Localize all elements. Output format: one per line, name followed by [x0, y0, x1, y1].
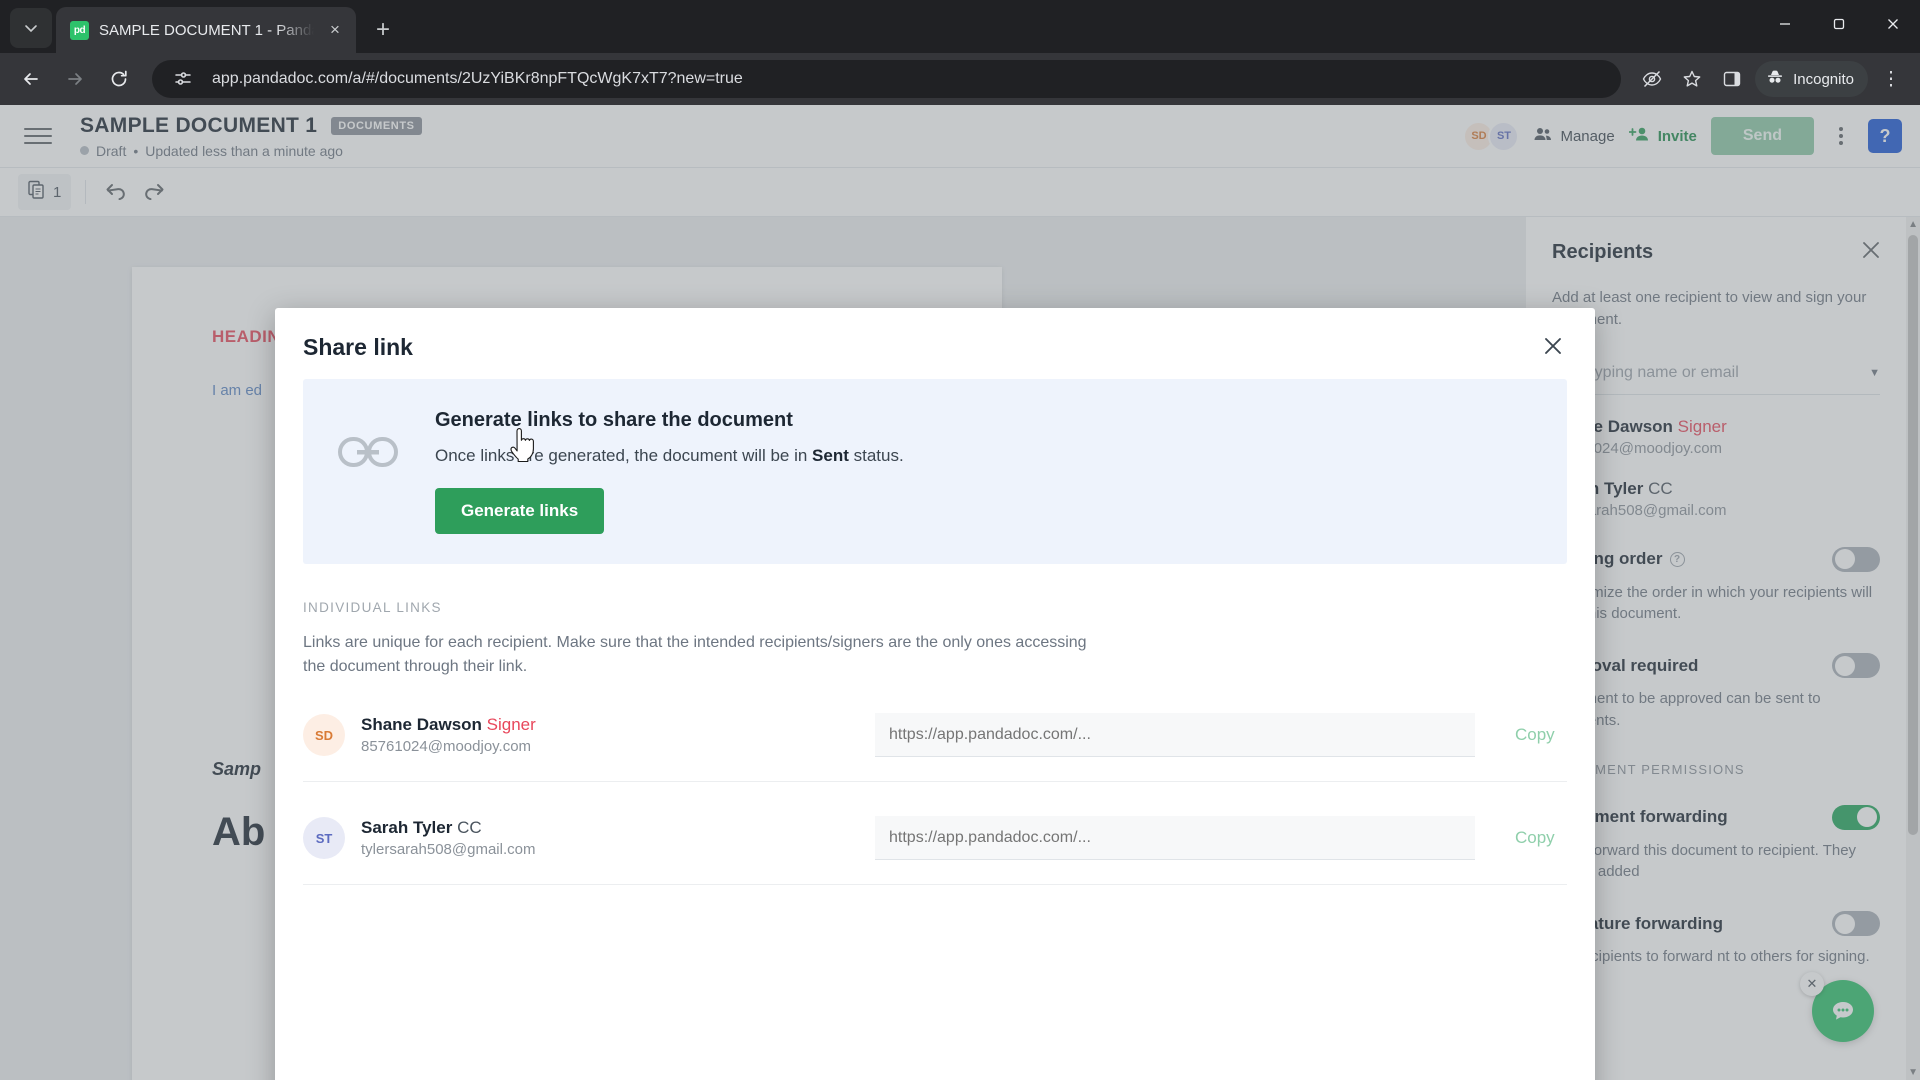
reload-icon[interactable] [100, 60, 138, 98]
share-link-input[interactable] [875, 816, 1475, 860]
maximize-button[interactable] [1812, 0, 1866, 47]
recipient-role: CC [457, 818, 482, 837]
generate-links-button[interactable]: Generate links [435, 488, 605, 534]
generate-links-heading: Generate links to share the document [435, 409, 793, 431]
tab-strip: pd SAMPLE DOCUMENT 1 - Panda × + [0, 0, 1920, 53]
minimize-button[interactable] [1758, 0, 1812, 47]
copy-link-button[interactable]: Copy [1515, 828, 1567, 848]
modal-title: Share link [303, 334, 413, 360]
tab-search-icon[interactable] [10, 8, 52, 48]
share-link-input[interactable] [875, 713, 1475, 757]
browser-window: pd SAMPLE DOCUMENT 1 - Panda × + app.pan… [0, 0, 1920, 1080]
side-panel-icon[interactable] [1715, 62, 1749, 96]
close-modal-icon[interactable] [1539, 334, 1567, 360]
close-tab-icon[interactable]: × [324, 19, 346, 41]
close-window-button[interactable] [1866, 0, 1920, 47]
recipient-role: Signer [486, 715, 536, 734]
share-link-modal: Share link Generate links to share the d… [275, 308, 1595, 1080]
link-icon [337, 409, 399, 478]
avatar: SD [303, 714, 345, 756]
modal-header: Share link [275, 308, 1595, 379]
generate-links-panel: Generate links to share the document Onc… [303, 379, 1567, 564]
tab-title: SAMPLE DOCUMENT 1 - Panda [99, 21, 314, 39]
recipient-email: tylersarah508@gmail.com [361, 841, 536, 858]
recipient-name: Sarah Tyler [361, 818, 453, 837]
browser-toolbar: app.pandadoc.com/a/#/documents/2UzYiBKr8… [0, 53, 1920, 105]
browser-tab[interactable]: pd SAMPLE DOCUMENT 1 - Panda × [56, 7, 356, 53]
bookmark-star-icon[interactable] [1675, 62, 1709, 96]
generate-links-subtext: Once links are generated, the document w… [435, 446, 904, 465]
web-page: SAMPLE DOCUMENT 1 DOCUMENTS Draft • Upda… [0, 105, 1920, 1080]
copy-link-button[interactable]: Copy [1515, 725, 1567, 745]
browser-menu-icon[interactable]: ⋮ [1874, 62, 1908, 96]
new-tab-button[interactable]: + [366, 13, 400, 47]
incognito-label: Incognito [1793, 70, 1854, 88]
recipient-name: Shane Dawson [361, 715, 482, 734]
individual-links-description: Links are unique for each recipient. Mak… [303, 634, 1087, 675]
url-text: app.pandadoc.com/a/#/documents/2UzYiBKr8… [212, 70, 743, 87]
back-icon[interactable] [12, 60, 50, 98]
incognito-icon [1765, 67, 1785, 91]
tracking-protection-icon[interactable] [1635, 62, 1669, 96]
incognito-indicator[interactable]: Incognito [1755, 61, 1868, 97]
address-bar[interactable]: app.pandadoc.com/a/#/documents/2UzYiBKr8… [152, 60, 1622, 98]
recipient-email: 85761024@moodjoy.com [361, 738, 532, 755]
forward-icon[interactable] [56, 60, 94, 98]
avatar: ST [303, 817, 345, 859]
individual-links-label: INDIVIDUAL LINKS [303, 600, 442, 615]
link-row: SD Shane Dawson Signer 85761024@moodjoy.… [303, 687, 1567, 782]
window-controls [1758, 0, 1920, 47]
modal-body: Generate links to share the document Onc… [275, 379, 1595, 1080]
link-row: ST Sarah Tyler CC tylersarah508@gmail.co… [303, 790, 1567, 885]
pandadoc-favicon-icon: pd [70, 20, 89, 40]
site-settings-icon[interactable] [166, 62, 200, 96]
